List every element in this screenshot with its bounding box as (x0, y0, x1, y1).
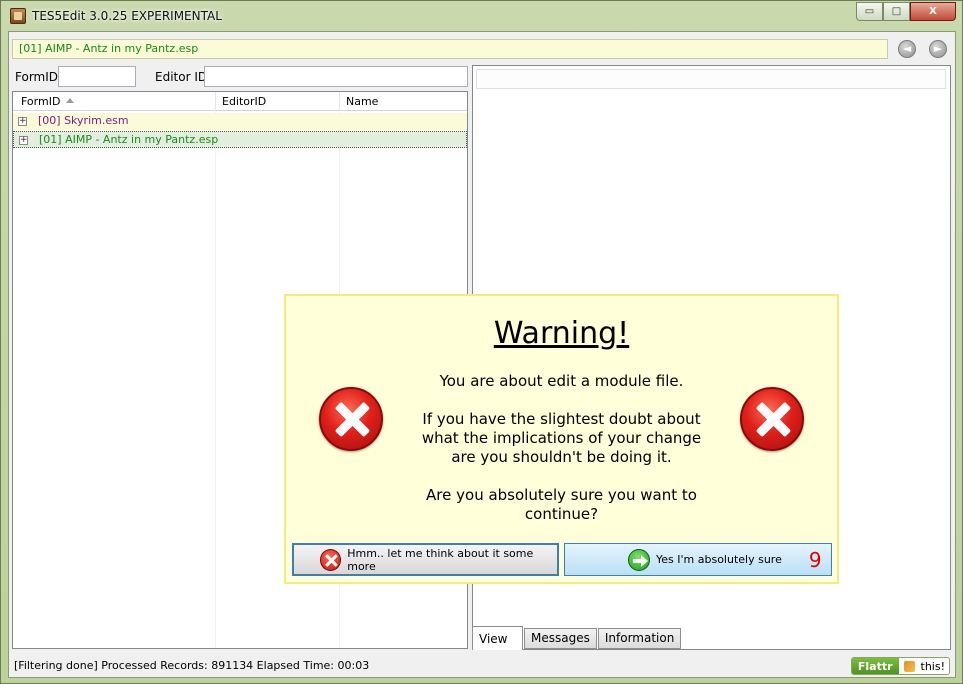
app-logo-icon[interactable] (10, 8, 26, 24)
column-divider[interactable] (339, 92, 340, 111)
editorid-input[interactable] (204, 66, 468, 87)
search-row: FormID Editor ID (12, 65, 468, 89)
title-bar[interactable]: TES5Edit 3.0.25 EXPERIMENTAL ▭ □ X (1, 1, 962, 31)
window-title: TES5Edit 3.0.25 EXPERIMENTAL (32, 9, 222, 23)
tree-row-label: [01] AIMP - Antz in my Pantz.esp (39, 133, 219, 146)
error-x-icon (319, 387, 383, 451)
confirm-button[interactable]: Yes I'm absolutely sure 9 (564, 543, 832, 576)
tab-view[interactable]: View (472, 626, 523, 650)
error-x-icon (740, 387, 804, 451)
forward-arrow-icon[interactable]: ► (929, 40, 947, 58)
close-button[interactable]: X (910, 2, 956, 21)
column-divider[interactable] (215, 92, 216, 111)
countdown-timer: 9 (808, 547, 822, 572)
column-editorid[interactable]: EditorID (222, 95, 266, 108)
flattr-label: Flattr (851, 658, 899, 674)
flattr-this-label: this! (898, 658, 949, 674)
cancel-x-icon (320, 548, 342, 571)
cancel-button-label: Hmm.. let me think about it some more (347, 546, 534, 573)
sort-ascending-icon (66, 98, 75, 103)
column-guide (215, 111, 216, 648)
flattr-button[interactable]: Flattr this! (850, 657, 950, 675)
cancel-button[interactable]: Hmm.. let me think about it some more (292, 543, 559, 576)
maximize-button[interactable]: □ (883, 2, 910, 21)
dialog-title: Warning! (493, 316, 630, 351)
view-tabs: View Messages Information (472, 626, 682, 650)
expand-plus-icon[interactable]: + (18, 117, 27, 126)
formid-input[interactable] (58, 66, 136, 87)
status-text: [Filtering done] Processed Records: 8911… (14, 659, 370, 672)
column-formid[interactable]: FormID (21, 95, 75, 108)
back-arrow-icon[interactable]: ◄ (898, 40, 916, 58)
tree-row-label: [00] Skyrim.esm (38, 114, 129, 127)
tree-row-skyrim[interactable]: + [00] Skyrim.esm (13, 113, 467, 130)
warning-dialog: Warning! You are about edit a module fil… (284, 294, 839, 584)
minimize-button[interactable]: ▭ (856, 2, 883, 21)
column-name[interactable]: Name (346, 95, 378, 108)
dialog-message: You are about edit a module file. If you… (421, 372, 702, 523)
tree-header: FormID EditorID Name (13, 92, 467, 111)
view-header-strip (476, 69, 946, 89)
tab-messages[interactable]: Messages (524, 628, 597, 649)
tab-information[interactable]: Information (597, 628, 682, 649)
current-file-bar[interactable]: [01] AIMP - Antz in my Pantz.esp (12, 39, 888, 59)
status-bar: [Filtering done] Processed Records: 8911… (12, 656, 954, 676)
arrow-right-icon (628, 548, 650, 571)
app-window: TES5Edit 3.0.25 EXPERIMENTAL ▭ □ X [01] … (0, 0, 963, 684)
confirm-button-label: Yes I'm absolutely sure (656, 553, 782, 566)
window-controls: ▭ □ X (856, 2, 956, 21)
tree-row-aimp[interactable]: + [01] AIMP - Antz in my Pantz.esp (13, 131, 467, 148)
formid-label: FormID (15, 70, 59, 84)
expand-plus-icon[interactable]: + (19, 136, 28, 145)
editorid-label: Editor ID (155, 70, 208, 84)
